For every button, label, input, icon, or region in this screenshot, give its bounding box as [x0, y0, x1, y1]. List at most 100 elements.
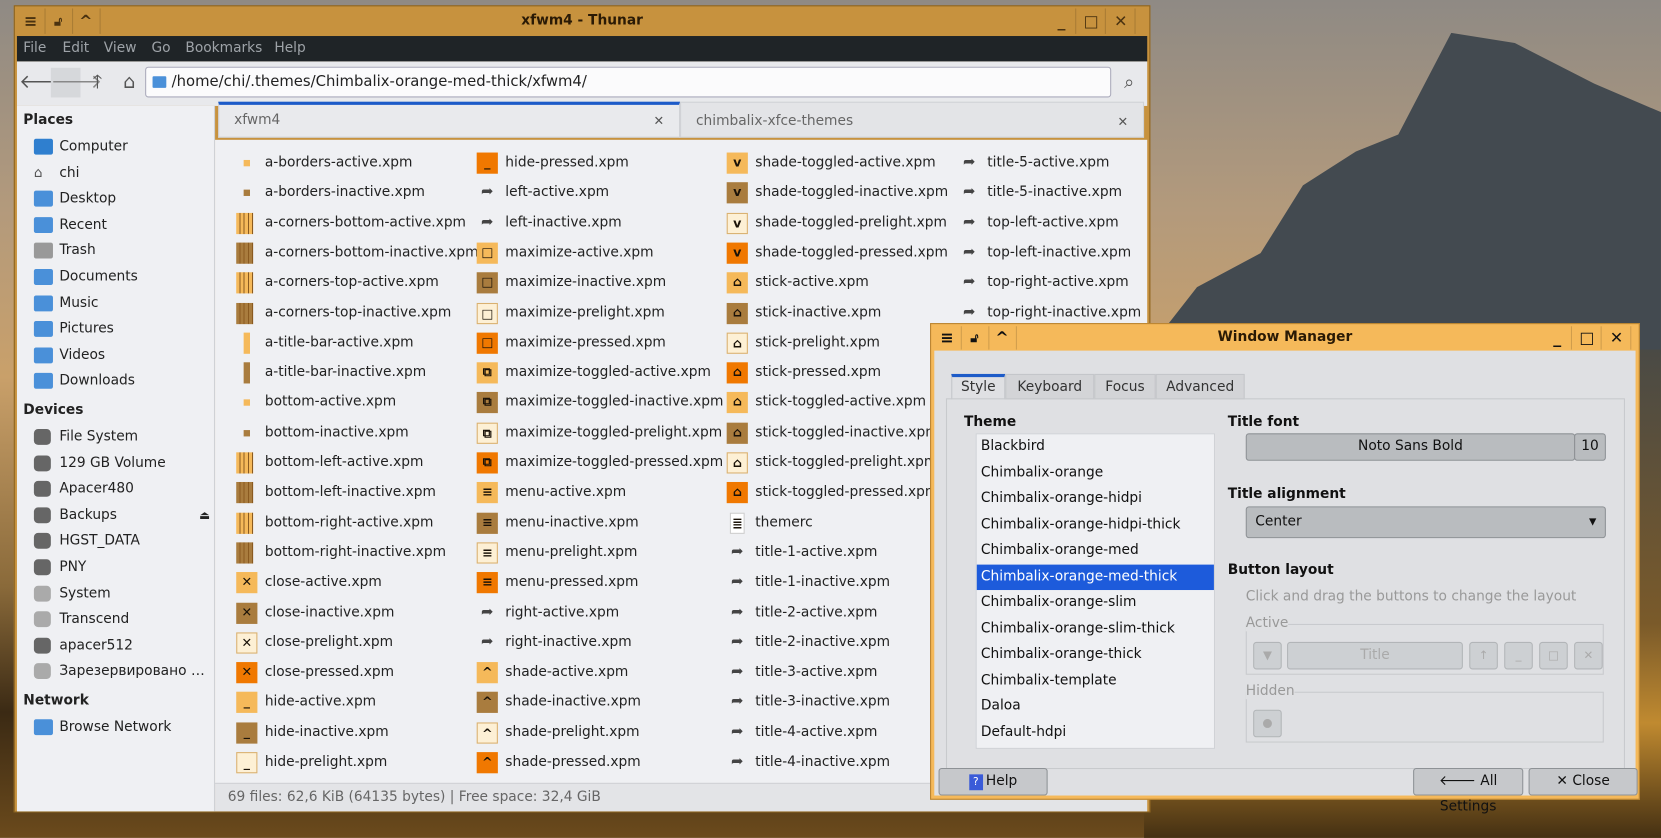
file-name: maximize-active.xpm: [505, 244, 654, 261]
file-name: top-left-inactive.xpm: [987, 244, 1132, 261]
hide-button-slot[interactable]: _: [1504, 641, 1533, 670]
link-icon: ➦: [481, 603, 494, 621]
chevron-down-icon: ▼: [1589, 516, 1597, 528]
tab-xfwm4[interactable]: xfwm4 ✕: [218, 101, 681, 138]
file-name: stick-active.xpm: [755, 274, 869, 291]
minimize-button[interactable]: _: [1048, 8, 1077, 34]
close-dialog-button[interactable]: ✕ Close: [1528, 767, 1638, 796]
sidebar-item-trash[interactable]: Trash: [32, 240, 212, 263]
sidebar-device[interactable]: System: [32, 582, 212, 605]
sidebar-item-recent[interactable]: Recent: [32, 214, 212, 237]
sidebar-item-label: Browse Network: [59, 719, 172, 736]
close-button[interactable]: ✕: [1107, 8, 1136, 34]
font-button[interactable]: Noto Sans Bold: [1245, 433, 1576, 461]
forward-arrow-icon[interactable]: 🡒: [50, 67, 102, 98]
theme-item[interactable]: Chimbalix-orange-thick: [977, 642, 1214, 667]
maximize-icon: ⧉: [476, 392, 498, 414]
theme-item[interactable]: Chimbalix-orange: [977, 460, 1214, 485]
window-title: xfwm4 - Thunar: [521, 12, 643, 29]
title-alignment-select[interactable]: Center ▼: [1245, 506, 1606, 539]
maximize-button-slot[interactable]: □: [1539, 641, 1568, 670]
theme-item[interactable]: Chimbalix-orange-slim: [977, 590, 1214, 615]
sidebar-item-pictures[interactable]: Pictures: [32, 318, 212, 341]
menu-view[interactable]: View: [104, 36, 137, 61]
menu-file[interactable]: File: [23, 36, 46, 61]
back-arrow-icon[interactable]: 🡐: [19, 68, 70, 98]
up-arrow-icon[interactable]: 🡑: [83, 68, 113, 98]
active-buttons-area[interactable]: ▼ Title ↑ _ □ ✕: [1245, 623, 1604, 675]
shade-button-slot[interactable]: ↑: [1469, 641, 1498, 670]
sidebar-device[interactable]: PNY: [32, 556, 212, 579]
theme-item[interactable]: Chimbalix-template: [977, 668, 1214, 693]
all-settings-button[interactable]: 🡐 All Settings: [1413, 767, 1524, 815]
computer-icon: [33, 138, 53, 155]
sidebar-device[interactable]: Transcend: [32, 608, 212, 631]
sidebar-device[interactable]: File System: [32, 426, 212, 449]
theme-item[interactable]: Chimbalix-orange-hidpi-thick: [977, 512, 1214, 537]
sidebar-item-videos[interactable]: Videos: [32, 344, 212, 367]
stick-icon[interactable]: 🔓︎: [44, 8, 74, 34]
tab-style[interactable]: Style: [951, 373, 1006, 400]
sidebar-item-music[interactable]: Music: [32, 292, 212, 315]
window-menu-icon[interactable]: ≡: [17, 8, 46, 34]
minimize-button[interactable]: _: [1543, 326, 1573, 350]
window-menu-icon[interactable]: ≡: [933, 326, 962, 350]
sidebar-item-browse-network[interactable]: Browse Network: [32, 716, 212, 739]
eject-icon[interactable]: ⏏: [199, 504, 210, 527]
close-tab-icon[interactable]: ✕: [654, 105, 665, 137]
theme-item[interactable]: Chimbalix-orange-hidpi: [977, 486, 1214, 511]
file-name: a-corners-bottom-active.xpm: [264, 214, 466, 231]
menu-go[interactable]: Go: [151, 36, 170, 61]
sidebar-item-downloads[interactable]: Downloads: [32, 370, 212, 393]
network-heading: Network: [23, 692, 89, 709]
sidebar-device[interactable]: apacer512: [32, 634, 212, 657]
stick-icon[interactable]: 🔓︎: [961, 326, 990, 350]
menu-edit[interactable]: Edit: [62, 36, 89, 61]
sidebar-device[interactable]: Backups ⏏: [32, 504, 212, 527]
file-name: right-inactive.xpm: [505, 634, 632, 651]
close-button-slot[interactable]: ✕: [1574, 641, 1603, 670]
stick-button-slot[interactable]: ●: [1253, 709, 1282, 738]
menu-bookmarks[interactable]: Bookmarks: [185, 36, 262, 61]
close-button[interactable]: ✕: [1603, 326, 1632, 350]
font-size-button[interactable]: 10: [1574, 433, 1606, 461]
sidebar-item-home[interactable]: ⌂ chi: [32, 162, 212, 185]
trash-icon: [33, 242, 53, 259]
location-input[interactable]: /home/chi/.themes/Chimbalix-orange-med-t…: [145, 66, 1112, 98]
tab-chimbalix-xfce-themes[interactable]: chimbalix-xfce-themes ✕: [680, 101, 1145, 141]
menu-help[interactable]: Help: [274, 36, 305, 61]
theme-item[interactable]: Chimbalix-orange-slim-thick: [977, 616, 1214, 641]
close-tab-icon[interactable]: ✕: [1117, 103, 1128, 141]
tab-focus[interactable]: Focus: [1094, 373, 1156, 400]
theme-item[interactable]: Chimbalix-orange-med-thick: [976, 564, 1214, 590]
shade-icon[interactable]: ^: [72, 8, 101, 34]
title-button-slot[interactable]: Title: [1287, 641, 1463, 670]
tab-keyboard[interactable]: Keyboard: [1005, 373, 1095, 400]
file-name: hide-active.xpm: [264, 694, 377, 711]
sidebar-device[interactable]: 129 GB Volume: [32, 452, 212, 475]
sidebar-device[interactable]: Зарезервировано с...: [32, 660, 212, 683]
theme-item[interactable]: Blackbird: [977, 434, 1214, 459]
sidebar-item-desktop[interactable]: Desktop: [32, 188, 212, 211]
theme-item[interactable]: Chimbalix-orange-med: [977, 538, 1214, 563]
sidebar-item-documents[interactable]: Documents: [32, 266, 212, 289]
hidden-buttons-area[interactable]: ●: [1245, 691, 1604, 743]
file-name: maximize-toggled-pressed.xpm: [505, 454, 724, 471]
sidebar-device[interactable]: HGST_DATA: [32, 530, 212, 553]
text-file-icon: ≣: [729, 512, 745, 534]
maximize-button[interactable]: □: [1077, 8, 1106, 34]
file-name: a-borders-inactive.xpm: [264, 184, 425, 201]
tab-advanced[interactable]: Advanced: [1155, 373, 1245, 400]
help-button[interactable]: ? Help: [938, 767, 1048, 796]
menu-button-slot[interactable]: ▼: [1253, 641, 1282, 670]
theme-item[interactable]: Daloa: [977, 694, 1214, 719]
sidebar-item-computer[interactable]: Computer: [32, 136, 212, 159]
home-icon[interactable]: ⌂: [114, 68, 144, 98]
search-icon[interactable]: ⌕: [1114, 68, 1144, 98]
theme-item[interactable]: Default-hdpi: [977, 720, 1214, 745]
maximize-button[interactable]: □: [1573, 326, 1602, 350]
sidebar-device[interactable]: Apacer480: [32, 478, 212, 501]
back-arrow-icon: 🡐: [1438, 773, 1481, 790]
shade-icon[interactable]: ^: [988, 326, 1017, 350]
theme-list[interactable]: Blackbird Chimbalix-orange Chimbalix-orang…: [975, 433, 1216, 749]
